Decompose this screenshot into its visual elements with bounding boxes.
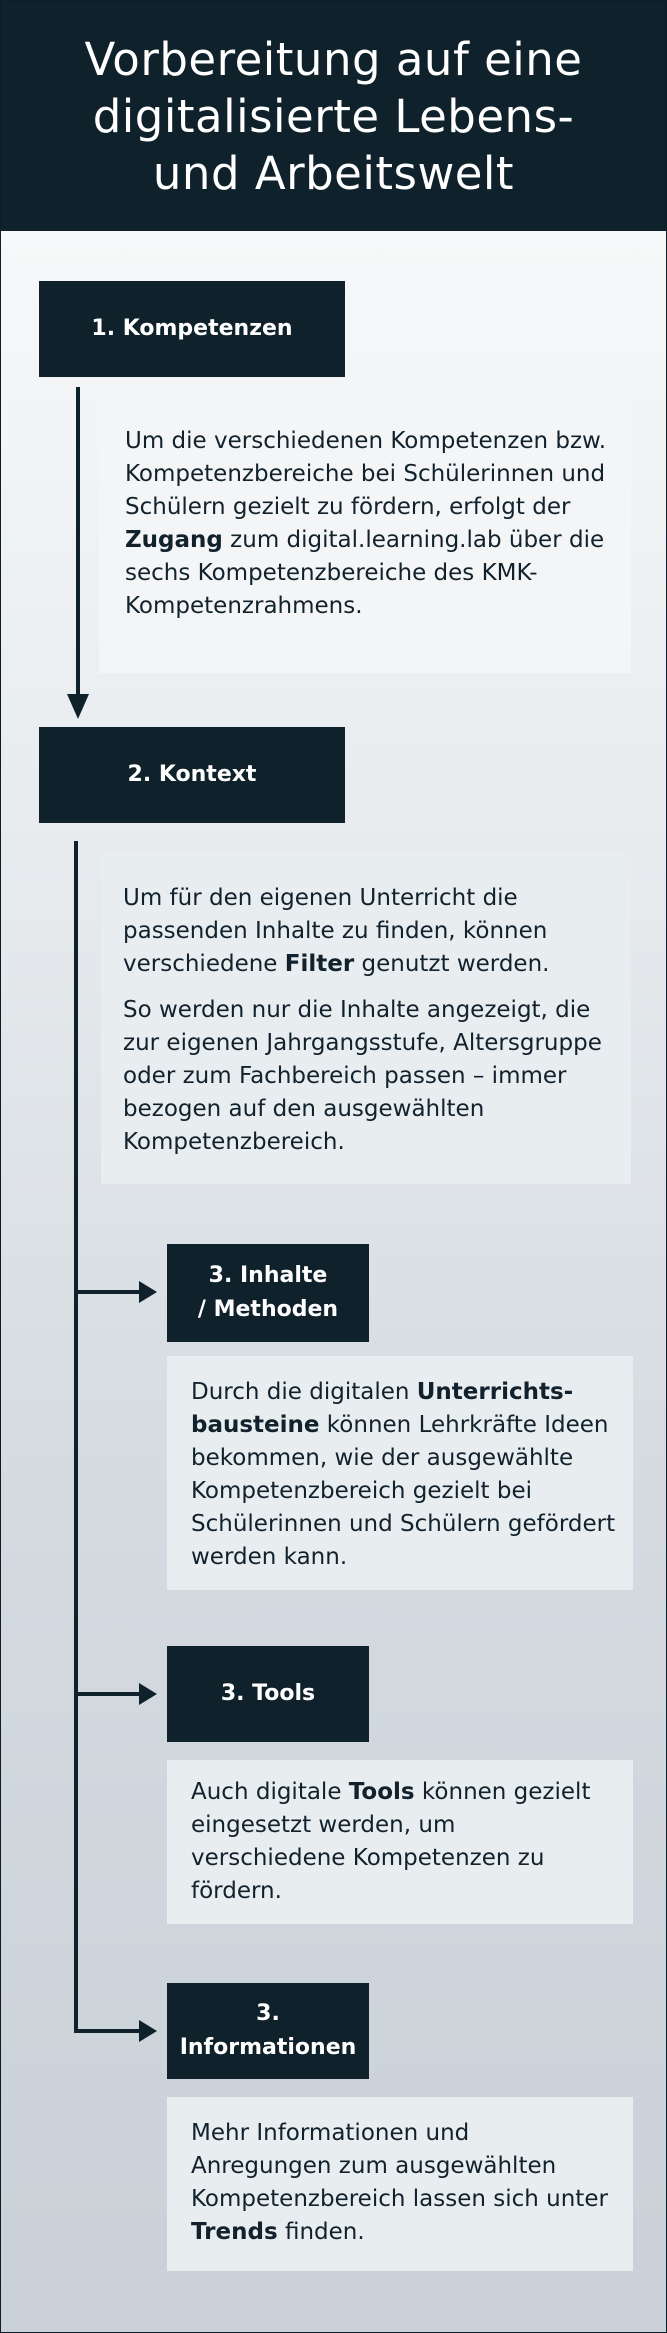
paragraph: Durch die digitalen Unterrichts-baustein… — [191, 1379, 616, 1570]
step-inhalte-methoden: 3. Inhalte / Methoden — [167, 1244, 369, 1342]
description-tools: Auch digitale Tools können gezielt einge… — [167, 1760, 633, 1924]
step-informationen: 3. Informationen — [167, 1983, 369, 2079]
paragraph: Um die verschiedenen Kompetenzen bzw. Ko… — [125, 428, 607, 619]
paragraph: Auch digitale Tools können gezielt einge… — [191, 1779, 591, 1904]
step-label: 1. Kompetenzen — [91, 316, 293, 341]
step-label: 2. Kontext — [127, 762, 257, 787]
description-kontext: Um für den eigenen Unterricht die passen… — [101, 854, 631, 1184]
highlight-filter: Filter — [284, 951, 355, 977]
arrowhead-down — [67, 694, 89, 719]
step-kompetenzen: 1. Kompetenzen — [39, 281, 345, 377]
highlight-tools: Tools — [348, 1779, 415, 1805]
paragraph: So werden nur die Inhalte angezeigt, die… — [123, 997, 602, 1155]
paragraph: Um für den eigenen Unterricht die passen… — [123, 885, 550, 977]
arrowhead-right — [139, 2020, 157, 2042]
description-inhalte-methoden: Durch die digitalen Unterrichts-baustein… — [167, 1356, 633, 1590]
step-kontext: 2. Kontext — [39, 727, 345, 823]
step-tools: 3. Tools — [167, 1646, 369, 1742]
step-label: 3. Inhalte / Methoden — [197, 1263, 339, 1322]
paragraph: Mehr Informationen und Anregungen zum au… — [191, 2120, 608, 2245]
arrowhead-right — [139, 1683, 157, 1705]
highlight-trends: Trends — [191, 2219, 278, 2245]
description-kompetenzen: Um die verschiedenen Kompetenzen bzw. Ko… — [99, 405, 631, 673]
infographic: Vorbereitung auf eine digitalisierte Leb… — [0, 0, 667, 2333]
arrowhead-right — [139, 1281, 157, 1303]
step-label: 3. Tools — [220, 1681, 316, 1706]
description-informationen: Mehr Informationen und Anregungen zum au… — [167, 2097, 633, 2271]
step-label: 3. Informationen — [179, 2001, 357, 2060]
highlight-zugang: Zugang — [125, 527, 223, 553]
